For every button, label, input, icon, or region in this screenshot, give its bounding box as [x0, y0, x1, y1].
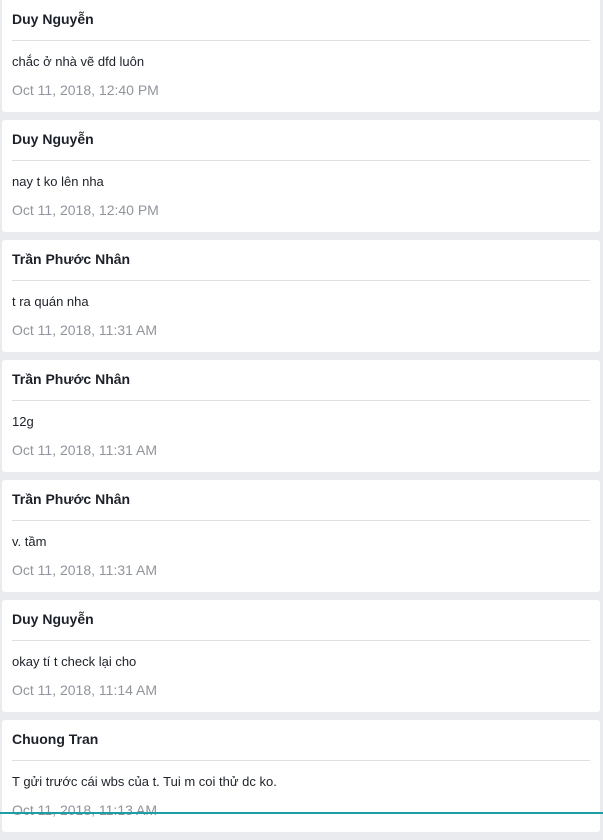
message-card: Duy Nguyễn nay t ko lên nha Oct 11, 2018…	[2, 120, 600, 232]
card-divider	[12, 40, 590, 41]
message-timestamp[interactable]: Oct 11, 2018, 11:31 AM	[12, 562, 157, 578]
message-text: okay tí t check lại cho	[12, 654, 137, 669]
message-text: nay t ko lên nha	[12, 174, 104, 189]
message-timestamp[interactable]: Oct 11, 2018, 11:14 AM	[12, 682, 157, 698]
message-text: 12g	[12, 414, 34, 429]
message-card: Trần Phước Nhân t ra quán nha Oct 11, 20…	[2, 240, 600, 352]
message-card: Trần Phước Nhân v. tầm Oct 11, 2018, 11:…	[2, 480, 600, 592]
message-timestamp[interactable]: Oct 11, 2018, 12:40 PM	[12, 82, 159, 98]
message-card: Duy Nguyễn chắc ở nhà vẽ dfd luôn Oct 11…	[2, 0, 600, 112]
message-card: Chuong Tran T gửi trước cái wbs của t. T…	[2, 720, 600, 832]
author-name[interactable]: Duy Nguyễn	[12, 131, 94, 147]
card-divider	[12, 760, 590, 761]
message-feed: Duy Nguyễn chắc ở nhà vẽ dfd luôn Oct 11…	[2, 0, 600, 840]
card-divider	[12, 520, 590, 521]
card-divider	[12, 160, 590, 161]
author-name[interactable]: Trần Phước Nhân	[12, 491, 130, 507]
message-text: chắc ở nhà vẽ dfd luôn	[12, 54, 145, 69]
card-divider	[12, 400, 590, 401]
author-name[interactable]: Trần Phước Nhân	[12, 371, 130, 387]
author-name[interactable]: Duy Nguyễn	[12, 611, 94, 627]
message-timestamp[interactable]: Oct 11, 2018, 11:31 AM	[12, 322, 157, 338]
message-card: Trần Phước Nhân 12g Oct 11, 2018, 11:31 …	[2, 360, 600, 472]
message-text: v. tầm	[12, 534, 47, 549]
message-text: t ra quán nha	[12, 294, 89, 309]
message-timestamp[interactable]: Oct 11, 2018, 11:31 AM	[12, 442, 157, 458]
author-name[interactable]: Trần Phước Nhân	[12, 251, 130, 267]
card-divider	[12, 280, 590, 281]
message-timestamp[interactable]: Oct 11, 2018, 12:40 PM	[12, 202, 159, 218]
author-name[interactable]: Chuong Tran	[12, 731, 98, 747]
author-name[interactable]: Duy Nguyễn	[12, 11, 94, 27]
message-card: Duy Nguyễn okay tí t check lại cho Oct 1…	[2, 600, 600, 712]
message-timestamp[interactable]: Oct 11, 2018, 11:13 AM	[12, 802, 157, 818]
card-divider	[12, 640, 590, 641]
message-text: T gửi trước cái wbs của t. Tui m coi thử…	[12, 774, 277, 789]
